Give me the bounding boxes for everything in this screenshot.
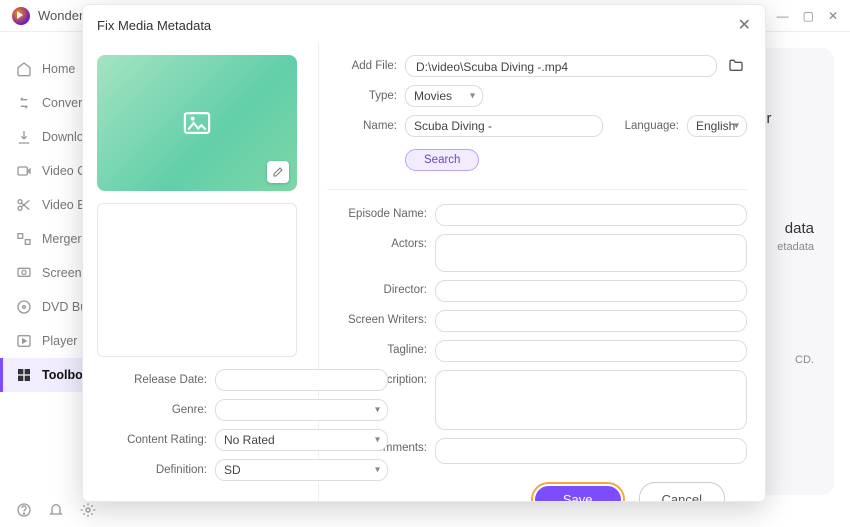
type-label: Type:: [327, 90, 397, 102]
modal-title: Fix Media Metadata: [97, 18, 211, 33]
search-button[interactable]: Search: [405, 149, 479, 171]
tagline-label: Tagline:: [327, 340, 427, 356]
browse-folder-button[interactable]: [725, 58, 747, 75]
thumbnail-list[interactable]: [97, 203, 297, 357]
grid-icon: [16, 367, 32, 383]
maximize-button[interactable]: ▢: [803, 9, 814, 23]
settings-icon[interactable]: [80, 502, 96, 521]
edit-cover-button[interactable]: [267, 161, 289, 183]
sidebar-item-label: Merger: [42, 232, 82, 246]
sidebar-item-label: Home: [42, 62, 75, 76]
window-controls: — ▢ ✕: [777, 9, 838, 23]
video-icon: [16, 163, 32, 179]
file-path-display: D:\video\Scuba Diving -.mp4: [405, 55, 717, 77]
screen-writers-label: Screen Writers:: [327, 310, 427, 326]
left-panel: Release Date: Genre:▾ Content Rating:▾ D…: [83, 43, 319, 501]
definition-label: Definition:: [97, 464, 207, 476]
cover-preview[interactable]: [97, 55, 297, 191]
language-select[interactable]: [687, 115, 747, 137]
description-input[interactable]: [435, 370, 747, 430]
actors-label: Actors:: [327, 234, 427, 250]
separator: [327, 189, 747, 190]
content-rating-select[interactable]: [215, 429, 388, 451]
screen-writers-input[interactable]: [435, 310, 747, 332]
release-date-label: Release Date:: [97, 374, 207, 386]
home-icon: [16, 61, 32, 77]
download-icon: [16, 129, 32, 145]
brand-text: Wonder: [38, 8, 83, 23]
convert-icon: [16, 95, 32, 111]
actors-input[interactable]: [435, 234, 747, 272]
genre-label: Genre:: [97, 404, 207, 416]
record-icon: [16, 265, 32, 281]
save-button-highlight: Save: [531, 482, 625, 501]
merge-icon: [16, 231, 32, 247]
disc-icon: [16, 299, 32, 315]
help-icon[interactable]: [16, 502, 32, 521]
add-file-label: Add File:: [327, 60, 397, 72]
minimize-button[interactable]: —: [777, 9, 789, 23]
language-label: Language:: [625, 120, 679, 132]
type-select[interactable]: [405, 85, 483, 107]
image-icon: [183, 112, 211, 134]
close-icon[interactable]: ✕: [738, 15, 751, 35]
sidebar-item-label: Video C: [42, 164, 86, 178]
sidebar-item-label: DVD Bu: [42, 300, 87, 314]
director-input[interactable]: [435, 280, 747, 302]
tagline-input[interactable]: [435, 340, 747, 362]
comments-input[interactable]: [435, 438, 747, 464]
name-input[interactable]: [405, 115, 603, 137]
save-button[interactable]: Save: [535, 486, 621, 501]
director-label: Director:: [327, 280, 427, 296]
sidebar-item-label: Convert: [42, 96, 86, 110]
definition-select[interactable]: [215, 459, 388, 481]
cancel-button[interactable]: Cancel: [639, 482, 725, 501]
content-rating-label: Content Rating:: [97, 434, 207, 446]
app-logo: [12, 7, 30, 25]
scissors-icon: [16, 197, 32, 213]
sidebar-item-label: Player: [42, 334, 77, 348]
episode-name-label: Episode Name:: [327, 204, 427, 220]
fix-metadata-modal: Fix Media Metadata ✕ Release Date: Genre…: [82, 4, 766, 502]
genre-select[interactable]: [215, 399, 388, 421]
release-date-input[interactable]: [215, 369, 388, 391]
play-icon: [16, 333, 32, 349]
name-label: Name:: [327, 120, 397, 132]
bell-icon[interactable]: [48, 502, 64, 521]
episode-name-input[interactable]: [435, 204, 747, 226]
close-window-button[interactable]: ✕: [828, 9, 838, 23]
